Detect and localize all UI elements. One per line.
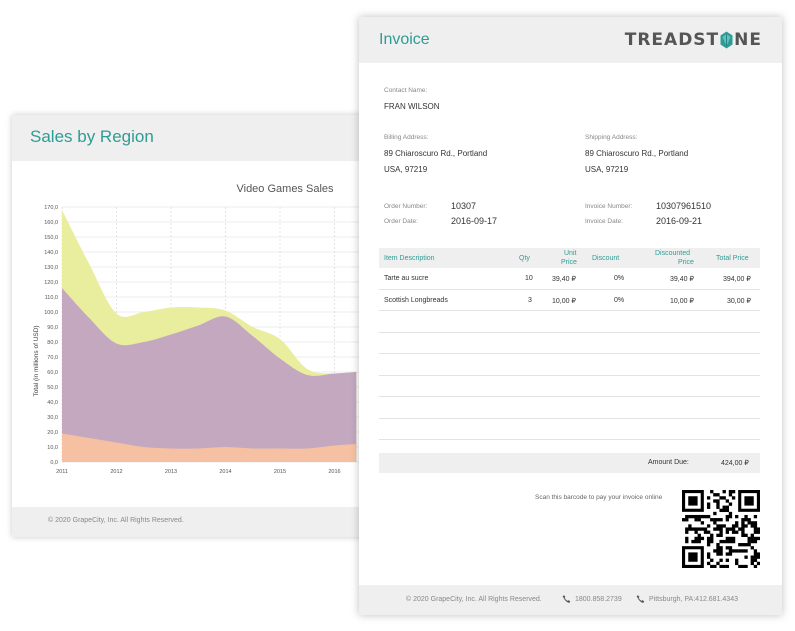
logo-text-right: NE — [734, 30, 762, 50]
shipping-address-line2: USA, 97219 — [585, 165, 629, 174]
x-tick-label: 2014 — [219, 469, 231, 475]
item-discount: 0% — [614, 275, 625, 282]
y-tick-label: 30,0 — [47, 415, 58, 421]
table-header: Item Description Qty Unit Price Discount… — [379, 248, 760, 268]
billing-address-line2: USA, 97219 — [384, 165, 428, 174]
chart-svg: 0,0 10,0 20,0 30,0 40,0 50,0 60,0 70,0 80,0 90,0 1… — [33, 183, 372, 475]
invoice-date-value: 2016-09-21 — [656, 216, 703, 226]
treadstone-logo: TREADST NE — [625, 29, 762, 51]
phone-number[interactable]: 1800.858.2739 — [575, 596, 622, 603]
invoice-card: Invoice TREADST NE Contact Name: FRAN WI… — [359, 17, 782, 615]
contact-name-value: FRAN WILSON — [384, 102, 440, 111]
order-number-label: Order Number: — [384, 203, 428, 210]
invoice-copyright: © 2020 GrapeCity, Inc. All Rights Reserv… — [406, 596, 542, 603]
video-games-sales-chart: 0,0 10,0 20,0 30,0 40,0 50,0 60,0 70,0 80,0 90,0 1… — [12, 161, 372, 491]
order-number-value: 10307 — [451, 201, 477, 211]
shipping-address-line1: 89 Chiaroscuro Rd., Portland — [585, 149, 689, 158]
sales-card-title: Sales by Region — [30, 127, 154, 146]
invoice-header: Invoice TREADST NE — [359, 17, 782, 63]
y-tick-label: 0,0 — [50, 460, 58, 466]
col-discounted-price-1: Discounted — [655, 250, 691, 257]
logo-text-left: TREADST — [624, 30, 720, 50]
amount-due-value: 424,00 ₽ — [721, 460, 749, 467]
item-unit-price: 10,00 ₽ — [552, 297, 576, 305]
table-row-empty — [379, 376, 760, 397]
y-tick-label: 20,0 — [47, 430, 58, 436]
x-tick-label: 2016 — [328, 469, 340, 475]
gem-icon — [720, 31, 733, 49]
y-tick-label: 60,0 — [47, 370, 58, 376]
item-unit-price: 39,40 ₽ — [552, 276, 576, 283]
table-row-empty — [379, 333, 760, 354]
shipping-address-label: Shipping Address: — [585, 134, 638, 141]
y-tick-label: 150,0 — [44, 235, 58, 241]
y-tick-label: 70,0 — [47, 355, 58, 361]
sales-by-region-card: Sales by Region 0,0 10,0 20,0 30,0 40,0 50,0 6… — [12, 115, 372, 537]
item-discounted-price: 39,40 ₽ — [670, 276, 694, 283]
invoice-title: Invoice — [379, 31, 430, 48]
qr-code-icon[interactable] — [682, 490, 760, 568]
col-item-description: Item Description — [384, 255, 435, 262]
y-tick-label: 90,0 — [47, 325, 58, 331]
billing-address-label: Billing Address: — [384, 134, 429, 141]
col-qty: Qty — [519, 255, 530, 262]
pittsburgh-phone[interactable]: Pittsburgh, PA:412.681.4343 — [649, 596, 738, 603]
invoice-date-label: Invoice Date: — [585, 218, 623, 225]
item-description: Tarte au sucre — [384, 275, 429, 282]
x-tick-label: 2013 — [165, 469, 177, 475]
phone-icon — [636, 595, 645, 603]
x-tick-label: 2011 — [56, 469, 68, 475]
invoice-number-value: 10307961510 — [656, 201, 712, 211]
table-row: Scottish Longbreads 3 10,00 ₽ 0% 10,00 ₽… — [379, 290, 760, 311]
order-date-label: Order Date: — [384, 218, 418, 225]
amount-due-label: Amount Due: — [648, 459, 689, 466]
item-discounted-price: 10,00 ₽ — [670, 297, 694, 305]
y-tick-label: 110,0 — [45, 295, 58, 301]
col-unit-price-2: Price — [561, 259, 577, 266]
sales-card-copyright: © 2020 GrapeCity, Inc. All Rights Reserv… — [48, 517, 184, 524]
x-tick-label: 2012 — [110, 469, 122, 475]
order-date-value: 2016-09-17 — [451, 216, 498, 226]
item-total-price: 30,00 ₽ — [727, 297, 751, 305]
invoice-number-label: Invoice Number: — [585, 203, 633, 210]
y-tick-label: 120,0 — [44, 280, 58, 286]
billing-address-line1: 89 Chiaroscuro Rd., Portland — [384, 149, 488, 158]
sales-card-footer: © 2020 GrapeCity, Inc. All Rights Reserv… — [12, 507, 372, 537]
y-tick-label: 10,0 — [47, 445, 58, 451]
contact-name-label: Contact Name: — [384, 87, 428, 94]
chart-title: Video Games Sales — [236, 183, 334, 195]
x-tick-label: 2015 — [274, 469, 286, 475]
col-discounted-price-2: Price — [678, 259, 694, 266]
table-row-empty — [379, 419, 760, 440]
invoice-footer: © 2020 GrapeCity, Inc. All Rights Reserv… — [359, 585, 782, 615]
y-tick-label: 130,0 — [44, 265, 58, 271]
col-unit-price-1: Unit — [564, 250, 577, 257]
y-tick-label: 40,0 — [47, 400, 58, 406]
table-row-empty — [379, 354, 760, 376]
item-total-price: 394,00 ₽ — [723, 276, 751, 283]
amount-due-row: Amount Due: 424,00 ₽ — [379, 453, 760, 473]
y-tick-label: 100,0 — [44, 310, 58, 316]
phone-icon — [562, 595, 571, 603]
chart-y-axis-label: Total (in millions of USD) — [33, 325, 40, 396]
scan-barcode-text: Scan this barcode to pay your invoice on… — [535, 494, 663, 501]
col-total-price: Total Price — [716, 255, 749, 262]
chart-areas — [62, 210, 357, 462]
col-discount: Discount — [592, 255, 620, 262]
table-row-empty — [379, 397, 760, 419]
y-tick-label: 170,0 — [44, 205, 58, 211]
sales-card-header: Sales by Region — [12, 115, 372, 161]
item-qty: 10 — [525, 275, 533, 282]
item-description: Scottish Longbreads — [384, 296, 448, 304]
table-row: Tarte au sucre 10 39,40 ₽ 0% 39,40 ₽ 394… — [379, 268, 760, 290]
y-tick-label: 140,0 — [44, 250, 58, 256]
item-qty: 3 — [528, 296, 532, 304]
invoice-items-table: Item Description Qty Unit Price Discount… — [379, 248, 760, 462]
table-row-empty — [379, 311, 760, 333]
item-discount: 0% — [614, 296, 625, 304]
y-tick-label: 80,0 — [47, 340, 58, 346]
y-tick-label: 160,0 — [44, 220, 58, 226]
y-tick-label: 50,0 — [47, 385, 58, 391]
